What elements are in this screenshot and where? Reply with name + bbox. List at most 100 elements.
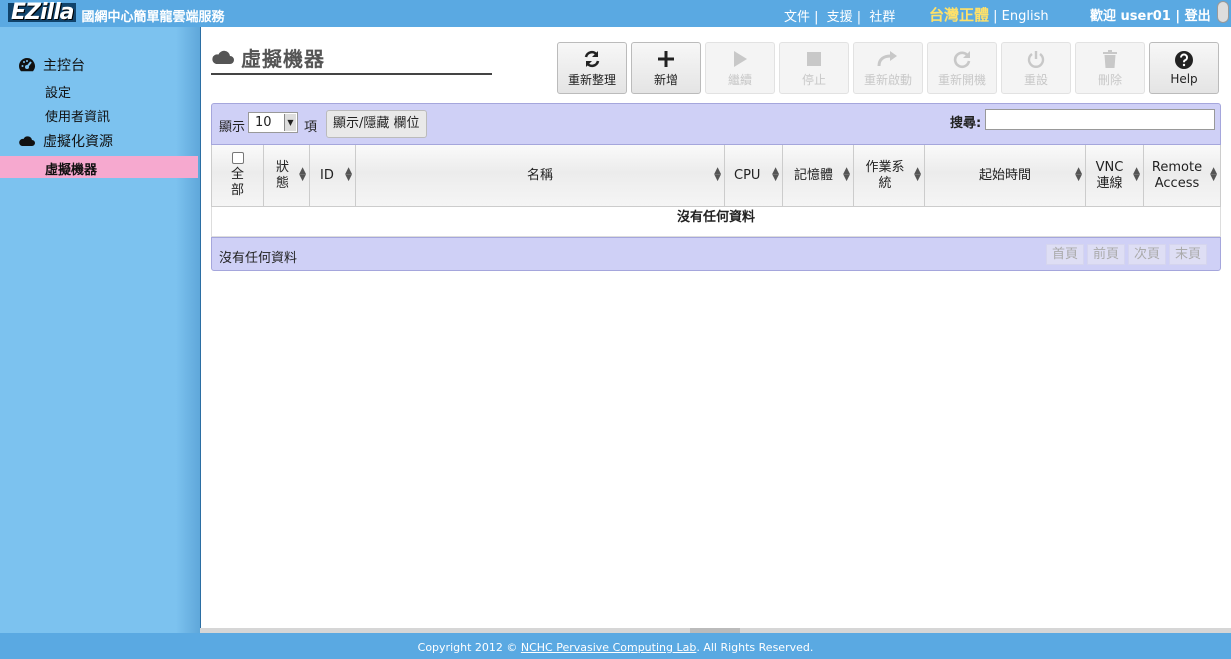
button-label: 刪除 xyxy=(1097,72,1122,87)
sort-icon: ▲ ▼ xyxy=(714,166,721,183)
sort-icon: ▲ ▼ xyxy=(914,166,921,183)
empty-table-message: 沒有任何資料 xyxy=(211,207,1221,237)
sidebar-item-vm[interactable]: 虛擬機器 xyxy=(0,156,198,178)
resume-button[interactable]: 繼續 xyxy=(705,42,775,94)
pagination: 首頁 前頁 次頁 末頁 xyxy=(1043,244,1207,265)
logo-subtitle: 國網中心簡單龍雲端服務 xyxy=(81,10,225,25)
column-label: 起始時間 xyxy=(978,167,1031,183)
copyright-suffix: . All Rights Reserved. xyxy=(696,641,814,654)
stop-icon xyxy=(807,51,821,66)
column-label: CPU xyxy=(734,167,761,183)
next-page-button[interactable]: 次頁 xyxy=(1127,244,1166,265)
button-label: 重新開機 xyxy=(937,72,986,87)
lang-separator: | xyxy=(989,9,1002,24)
sidebar-item-user-info[interactable]: 使用者資訊 xyxy=(45,106,110,125)
column-select-all[interactable]: 全部 xyxy=(212,145,264,206)
cloud-icon xyxy=(212,50,234,64)
column-label: 狀態 xyxy=(275,159,289,191)
scroll-widget-icon[interactable] xyxy=(1217,1,1229,23)
sort-icon: ▲ ▼ xyxy=(345,166,352,183)
select-all-checkbox[interactable] xyxy=(231,152,244,164)
top-links: 文件 | 支援 | 社群 xyxy=(784,6,899,25)
sidebar-item-settings[interactable]: 設定 xyxy=(45,82,71,101)
reboot-button[interactable]: 重新開機 xyxy=(927,42,997,94)
column-remote-access[interactable]: Remote Access ▲ ▼ xyxy=(1144,145,1220,206)
language-switcher: 台灣正體 | English xyxy=(929,4,1049,25)
search-label: 搜尋: xyxy=(950,116,982,131)
sidebar-item-label: 主控台 xyxy=(43,58,85,74)
page-title: 虛擬機器 xyxy=(211,41,492,75)
sort-icon: ▲ ▼ xyxy=(1210,166,1217,183)
prev-page-button[interactable]: 前頁 xyxy=(1086,244,1125,265)
column-label: 作業系統 xyxy=(865,159,905,191)
user-bar[interactable]: 歡迎 user01 | 登出 xyxy=(1090,5,1211,24)
restart-button[interactable]: 重新啟動 xyxy=(853,42,923,94)
button-label: 新增 xyxy=(653,72,678,87)
sidebar-item-label: 虛擬機器 xyxy=(45,163,98,178)
link-docs[interactable]: 文件 | xyxy=(784,10,819,25)
button-label: 重新啟動 xyxy=(863,72,912,87)
button-label: Help xyxy=(1170,72,1198,86)
toggle-columns-button[interactable]: 顯示/隱藏 欄位 xyxy=(326,110,427,138)
column-name[interactable]: 名稱 ▲ ▼ xyxy=(356,145,725,206)
lang-traditional-chinese[interactable]: 台灣正體 xyxy=(929,6,989,24)
table-controls: 顯示 10 ▼ 項 顯示/隱藏 欄位 搜尋: xyxy=(211,103,1221,145)
logo: EZilla 國網中心簡單龍雲端服務 xyxy=(8,2,225,25)
table-footer: 沒有任何資料 首頁 前頁 次頁 末頁 xyxy=(211,237,1221,271)
toolbar: 重新整理 新增 繼續 停止 重新啟動 重新開機 重設 刪除 Help xyxy=(557,42,1223,94)
reset-button[interactable]: 重設 xyxy=(1001,42,1071,94)
top-header: EZilla 國網中心簡單龍雲端服務 文件 | 支援 | 社群 台灣正體 | E… xyxy=(0,0,1231,27)
table-header: 全部 狀態 ▲ ▼ ID ▲ ▼ 名稱 ▲ ▼ CPU ▲ ▼ 記憶體 ▲ ▼ 作業系統 … xyxy=(211,145,1221,207)
sidebar: 主控台 設定 使用者資訊 虛擬化資源 虛擬機器 xyxy=(0,27,200,633)
column-cpu[interactable]: CPU ▲ ▼ xyxy=(725,145,783,206)
last-page-button[interactable]: 末頁 xyxy=(1168,244,1207,265)
column-label: 記憶體 xyxy=(794,167,834,183)
play-icon xyxy=(734,50,747,67)
column-vnc[interactable]: VNC 連線 ▲ ▼ xyxy=(1086,145,1144,206)
reboot-icon xyxy=(953,50,971,68)
sort-icon: ▲ ▼ xyxy=(843,166,850,183)
column-label: VNC 連線 xyxy=(1095,159,1124,191)
power-icon xyxy=(1027,50,1045,68)
lab-link[interactable]: NCHC Pervasive Computing Lab xyxy=(521,641,696,654)
button-label: 重新整理 xyxy=(567,72,616,87)
show-label: 顯示 xyxy=(219,120,246,135)
sidebar-item-label: 虛擬化資源 xyxy=(43,134,113,150)
column-label: 全部 xyxy=(230,167,244,198)
logo-mark: EZilla xyxy=(8,2,77,24)
delete-button[interactable]: 刪除 xyxy=(1075,42,1145,94)
help-button[interactable]: Help xyxy=(1149,42,1219,94)
refresh-icon xyxy=(584,50,600,67)
column-label: Remote Access xyxy=(1151,159,1203,191)
copyright-prefix: Copyright 2012 © xyxy=(417,641,521,654)
sort-icon: ▲ ▼ xyxy=(1075,166,1082,183)
lang-english[interactable]: English xyxy=(1002,9,1049,24)
link-support[interactable]: 支援 | xyxy=(827,10,862,25)
footer: Copyright 2012 © NCHC Pervasive Computin… xyxy=(0,633,1231,659)
show-unit: 項 xyxy=(304,120,318,135)
search-input[interactable] xyxy=(985,109,1215,130)
column-start-time[interactable]: 起始時間 ▲ ▼ xyxy=(925,145,1086,206)
column-os[interactable]: 作業系統 ▲ ▼ xyxy=(854,145,925,206)
column-memory[interactable]: 記憶體 ▲ ▼ xyxy=(783,145,854,206)
column-label: ID xyxy=(320,167,334,183)
column-id[interactable]: ID ▲ ▼ xyxy=(310,145,356,206)
button-label: 繼續 xyxy=(727,72,752,87)
sidebar-item-dashboard[interactable]: 主控台 xyxy=(18,55,85,75)
first-page-button[interactable]: 首頁 xyxy=(1045,244,1084,265)
column-status[interactable]: 狀態 ▲ ▼ xyxy=(264,145,310,206)
refresh-button[interactable]: 重新整理 xyxy=(557,42,627,94)
column-label: 名稱 xyxy=(526,167,553,183)
sort-icon: ▲ ▼ xyxy=(299,166,306,183)
redo-icon xyxy=(877,50,897,66)
dashboard-icon xyxy=(19,58,35,72)
add-button[interactable]: 新增 xyxy=(631,42,701,94)
sidebar-item-virtualization[interactable]: 虛擬化資源 xyxy=(18,131,113,151)
link-community[interactable]: 社群 xyxy=(869,10,895,25)
stop-button[interactable]: 停止 xyxy=(779,42,849,94)
button-label: 停止 xyxy=(801,72,826,87)
plus-icon xyxy=(658,50,674,67)
page-size-value: 10 xyxy=(255,115,272,130)
trash-icon xyxy=(1103,49,1117,68)
page-size-select[interactable]: 10 ▼ xyxy=(248,112,298,133)
